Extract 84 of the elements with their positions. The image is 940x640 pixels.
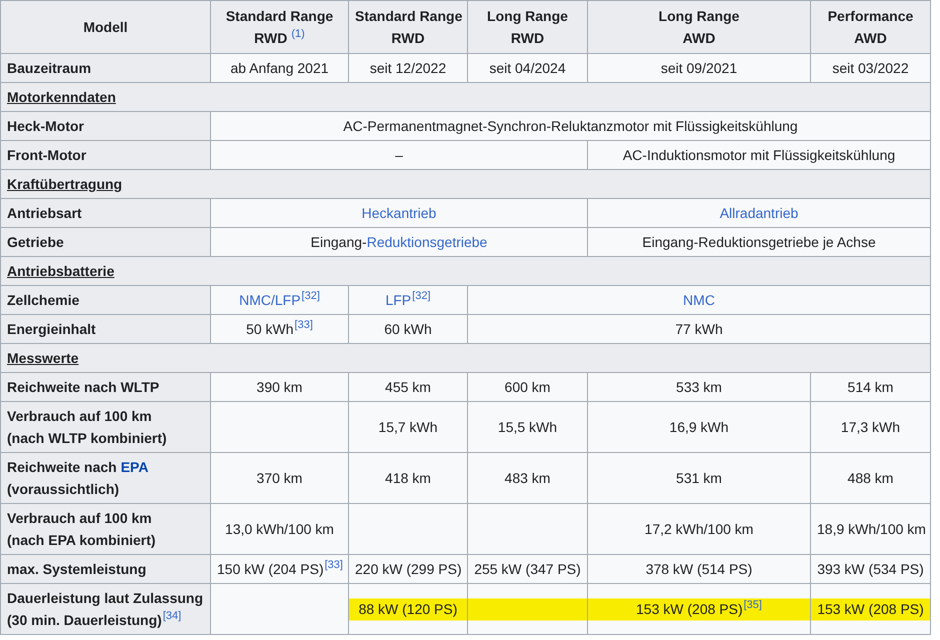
cell-text: seit 03/2022 [832,60,909,76]
cell-text: 531 km [676,470,722,486]
footnote-link[interactable]: [33] [324,559,343,572]
cell-text: max. Systemleistung [7,561,146,577]
cell-text: Bauzeitraum [7,60,92,76]
cell-text: 17,2 kWh/100 km [644,521,754,537]
cell-text: Reichweite nach [7,459,117,475]
footnote-link[interactable]: [33] [294,319,313,332]
cell-text: 488 km [848,470,894,486]
footnote-link[interactable]: [34] [162,610,182,622]
cell-text: 60 kWh [384,321,432,337]
cell-text: AWD [854,30,887,46]
cell-text: Dauerleistung laut Zulassung [7,590,204,606]
cell-text: (30 min. Dauerleistung) [7,612,162,628]
cell-text: 16,9 kWh [669,419,729,435]
cell-text: 255 kW (347 PS) [474,561,581,577]
cell-text: (voraussichtlich) [7,481,120,497]
cell-text: 514 km [848,379,894,395]
section-header: Messwerte [0,344,930,372]
cell-text: Front-Motor [7,147,86,163]
cell-text: 15,5 kWh [498,419,558,435]
cell-text: 50 kWh [246,321,294,337]
link[interactable]: LFP [385,292,412,308]
footnote-link[interactable]: (1) [291,28,305,40]
cell-text: Reichweite nach WLTP [7,379,160,395]
cell-text: 455 km [385,379,431,395]
link[interactable]: NMC [683,292,715,308]
link[interactable]: Allradantrieb [720,205,798,221]
footnote-link[interactable]: [35] [744,599,762,612]
cell-text: AC-Permanentmagnet-Synchron-Reluktanzmotor mit Flüssigkeitskühlung [343,118,798,134]
link[interactable]: EPA [120,459,148,475]
footnote-link[interactable]: [32] [412,290,431,302]
cell-text: 393 kW (534 PS) [817,561,924,577]
cell-text: 15,7 kWh [378,419,438,435]
cell-text: Getriebe [7,234,64,250]
cell-text: 153 kW (208 PS) [817,601,924,617]
cell-text: 220 kW (299 PS) [355,561,462,577]
cell-text: 600 km [504,379,550,395]
cell-text: seit 04/2024 [489,60,566,76]
cell-text: (nach WLTP kombiniert) [7,430,167,446]
cell-text: Standard Range [226,8,334,24]
cell-text: Standard Range [355,8,462,24]
cell-text: Long Range [487,8,568,24]
cell-text: Zellchemie [7,292,80,308]
cell-text: Verbrauch auf 100 km [7,510,152,526]
cell-text: 390 km [256,379,302,395]
cell-text: 418 km [385,470,431,486]
cell-text: AC-Induktionsmotor mit Flüssigkeitskühlung [622,147,896,163]
cell-text: 533 km [676,379,722,395]
cell-text: 153 kW (208 PS) [636,601,743,617]
cell-text: Performance [828,8,914,24]
section-header: Motorkenndaten [0,82,930,112]
cell-text: 18,9 kWh/100 km [817,521,926,537]
cell-text: 370 km [256,470,302,486]
cell-text: Heck-Motor [7,118,84,134]
cell-text: 13,0 kWh/100 km [225,521,334,537]
cell-text: Modell [83,19,128,35]
section-header: Kraftübertragung [0,170,930,198]
cell-text: 77 kWh [675,321,723,337]
cell-text: 150 kW (204 PS) [217,561,324,577]
cell-text: seit 09/2021 [660,60,738,76]
cell-text: RWD [391,30,425,46]
link[interactable]: Heckantrieb [362,205,436,221]
cell-text: Long Range [658,8,740,24]
cell-text: RWD [254,30,288,46]
cell-text: RWD [510,30,544,46]
cell-text: 378 kW (514 PS) [646,561,752,577]
section-header: Antriebsbatterie [0,256,930,286]
cell-text: Energieinhalt [7,321,96,337]
cell-text: – [395,147,403,163]
cell-text: 17,3 kWh [840,419,900,435]
cell-text: seit 12/2022 [370,60,446,76]
cell-text: AWD [682,30,716,46]
link[interactable]: NMC/LFP [239,292,301,308]
cell-text: 483 km [504,470,550,486]
cell-text: Eingang-Reduktionsgetriebe je Achse [642,234,876,250]
cell-text: ab Anfang 2021 [230,60,329,76]
cell-text: 88 kW (120 PS) [358,601,458,617]
cell-text: Eingang- [310,234,367,250]
cell-text: Verbrauch auf 100 km [7,408,152,424]
footnote-link[interactable]: [32] [302,290,320,302]
cell-text: (nach EPA kombiniert) [7,532,156,548]
link[interactable]: Reduktionsgetriebe [366,234,488,250]
cell-text: Antriebsart [7,205,82,221]
